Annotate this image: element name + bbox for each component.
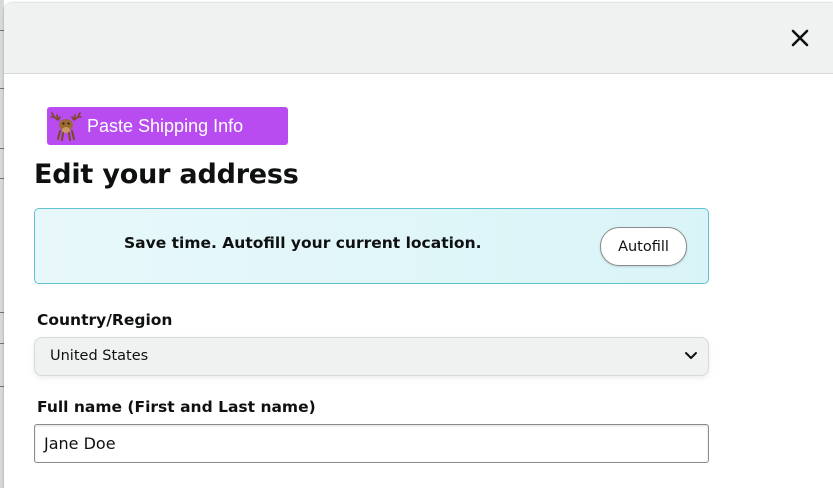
autofill-message: Save time. Autofill your current locatio… xyxy=(124,234,482,252)
next-field-label-peek xyxy=(37,480,157,488)
autofill-banner: Save time. Autofill your current locatio… xyxy=(34,208,709,284)
close-button[interactable] xyxy=(789,27,811,49)
full-name-input[interactable]: Jane Doe xyxy=(34,424,709,463)
country-label: Country/Region xyxy=(37,311,173,329)
country-select[interactable]: United States xyxy=(34,337,709,376)
address-modal: Paste Shipping Info Edit your address Sa… xyxy=(4,3,833,488)
page-title: Edit your address xyxy=(34,159,299,190)
moose-icon xyxy=(49,110,83,142)
paste-shipping-info-label: Paste Shipping Info xyxy=(87,115,244,136)
paste-shipping-info-button[interactable]: Paste Shipping Info xyxy=(47,107,288,145)
chevron-down-icon xyxy=(685,352,697,359)
close-icon xyxy=(791,29,809,47)
modal-header xyxy=(4,3,833,74)
full-name-value: Jane Doe xyxy=(44,434,116,453)
full-name-label: Full name (First and Last name) xyxy=(37,398,316,416)
autofill-button[interactable]: Autofill xyxy=(600,227,687,266)
country-select-value: United States xyxy=(50,348,149,364)
